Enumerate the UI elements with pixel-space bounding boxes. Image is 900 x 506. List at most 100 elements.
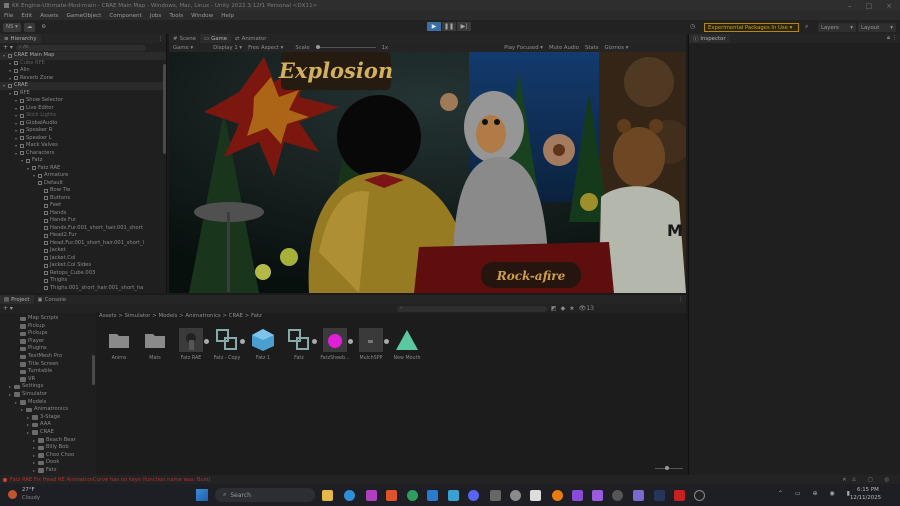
create-icon[interactable]: + ▾ [3, 305, 13, 312]
minimize-icon[interactable]: – [848, 2, 852, 10]
play-button[interactable]: ▶ [427, 22, 441, 31]
hierarchy-search-input[interactable]: ⌕ All [15, 44, 146, 51]
stats-toggle[interactable]: Stats [585, 45, 599, 51]
project-folder-item[interactable]: Map Scripts [0, 315, 96, 323]
hierarchy-item[interactable]: ▾ Stick Lights [0, 112, 166, 120]
hierarchy-item[interactable]: ▾ Fatz RAE [0, 165, 166, 173]
hierarchy-item[interactable]: ▾ GlobalAudio [0, 120, 166, 128]
project-folder-item[interactable]: Turntable [0, 368, 96, 376]
project-folder-item[interactable]: VR [0, 376, 96, 384]
filter-type-icon[interactable]: ◩ [551, 305, 557, 312]
expand-prefab-icon[interactable] [384, 339, 389, 344]
project-folder-item[interactable]: ▸ AAA [0, 421, 96, 429]
project-folder-item[interactable]: ▸ CRAE [0, 429, 96, 437]
project-search-input[interactable]: ⌕ [396, 305, 547, 312]
tab-console[interactable]: ▣ Console [34, 295, 71, 304]
hierarchy-item[interactable]: ▾ Speaker R [0, 127, 166, 135]
hierarchy-item[interactable]: ▾ Alin [0, 67, 166, 75]
hierarchy-item[interactable]: ▾ RFE [0, 90, 166, 98]
hierarchy-item[interactable]: Feet [0, 202, 166, 210]
hierarchy-item[interactable]: Bow Tie [0, 187, 166, 195]
taskbar-app-steam-icon[interactable] [654, 490, 665, 501]
taskbar-app-chrome-icon[interactable] [407, 490, 418, 501]
hierarchy-item[interactable]: ▾ Fatz [0, 157, 166, 165]
history-icon[interactable]: ◷ [690, 23, 700, 32]
taskbar-app-file-explorer-icon[interactable] [322, 490, 333, 501]
cloud-icon[interactable]: ☁ [23, 22, 36, 32]
display-dropdown[interactable]: Display 1 ▾ [213, 45, 242, 51]
project-folder-item[interactable]: ▸ Choo Choo [0, 452, 96, 460]
layers-dropdown[interactable]: Layers ▾ [818, 23, 856, 32]
close-icon[interactable]: × [886, 2, 892, 10]
menu-tools[interactable]: Tools [169, 13, 183, 19]
taskbar-app-store-icon[interactable] [427, 490, 438, 501]
account-button[interactable]: NS ▾ [3, 22, 21, 32]
project-folder-item[interactable]: ▸ Models [0, 399, 96, 407]
taskbar-app-obs-icon[interactable] [694, 490, 705, 501]
project-folder-item[interactable]: ▸ Billy Bob [0, 444, 96, 452]
hierarchy-item[interactable]: Default [0, 180, 166, 188]
taskbar-app-visual-studio-icon[interactable] [572, 490, 583, 501]
project-folder-item[interactable]: Title Screen [0, 361, 96, 369]
hierarchy-item[interactable]: ▾ Reverb Zone [0, 75, 166, 83]
hierarchy-item[interactable]: Jacket.Col [0, 255, 166, 263]
asset-item[interactable]: Mats [138, 328, 172, 361]
hierarchy-item[interactable]: Hands Fur [0, 217, 166, 225]
hierarchy-item[interactable]: Thighs [0, 277, 166, 285]
add-icon[interactable]: + ▾ [3, 44, 13, 51]
taskbar-app-media-icon[interactable] [612, 490, 623, 501]
maximize-icon[interactable]: □ [866, 2, 873, 10]
play-focused-dropdown[interactable]: Play Focused ▾ [504, 45, 543, 51]
tab-hierarchy[interactable]: ≡ Hierarchy [0, 34, 41, 43]
hierarchy-scrollbar[interactable] [163, 64, 166, 154]
menu-gameobject[interactable]: GameObject [66, 13, 101, 19]
gizmos-toggle[interactable]: Gizmos ▾ [604, 45, 628, 51]
taskbar-app-settings-icon[interactable] [490, 490, 501, 501]
hierarchy-item[interactable]: ▾ Show Selector [0, 97, 166, 105]
taskbar-app-brave-icon[interactable] [386, 490, 397, 501]
hierarchy-item[interactable]: Hands [0, 210, 166, 218]
project-folder-item[interactable]: ▸ Animatronics [0, 406, 96, 414]
project-folder-item[interactable]: ▸ Settings [0, 383, 96, 391]
project-tree-scrollbar[interactable] [92, 355, 95, 385]
project-folder-item[interactable]: Plugins [0, 345, 96, 353]
asset-item[interactable]: Anims [102, 328, 136, 361]
mute-audio-toggle[interactable]: Mute Audio [549, 45, 579, 51]
tray-icons[interactable]: ⌃ ▭ ⊕ ◉ ▮ [778, 490, 855, 497]
project-folder-item[interactable]: Pickup [0, 323, 96, 331]
hidden-count[interactable]: 👁︎13 [579, 305, 594, 312]
menu-help[interactable]: Help [221, 13, 234, 19]
expand-prefab-icon[interactable] [348, 339, 353, 344]
step-button[interactable]: ▶| [457, 22, 471, 31]
taskbar-app-edge-icon[interactable] [344, 490, 355, 501]
project-folder-item[interactable]: Pickups [0, 330, 96, 338]
asset-item[interactable]: New Mouth [390, 328, 424, 361]
hierarchy-item[interactable]: Buttons [0, 195, 166, 203]
project-folder-item[interactable]: ▸ Dook [0, 459, 96, 467]
tab-animator[interactable]: ⇄ Animator [231, 34, 270, 43]
asset-item[interactable]: FatzSheeb... [318, 328, 353, 361]
game-render-image[interactable]: Explosion M Rock-afire [169, 52, 686, 293]
project-menu-icon[interactable]: ⋮ [678, 297, 686, 303]
hierarchy-item[interactable]: Retops_Cube.003 [0, 270, 166, 278]
menu-jobs[interactable]: Jobs [150, 13, 162, 19]
hierarchy-menu-icon[interactable]: ⋮ [158, 36, 166, 42]
aspect-dropdown[interactable]: Free Aspect ▾ [248, 45, 283, 51]
hierarchy-item[interactable]: ▾ Armature [0, 172, 166, 180]
hierarchy-item[interactable]: ▾ Mack Valves [0, 142, 166, 150]
hierarchy-item[interactable]: ▾ Characters [0, 150, 166, 158]
search-toolbar-icon[interactable]: ⌕ [805, 23, 808, 31]
hierarchy-item[interactable]: Hands.Fur.001_short_hair.001_short [0, 225, 166, 233]
tab-inspector[interactable]: ⓘ Inspector [689, 34, 730, 43]
scale-slider[interactable] [315, 45, 376, 49]
status-bar[interactable]: Fatz RAE Fix Head RE AnimationCurve has … [0, 475, 900, 484]
tab-game[interactable]: ▭ Game [199, 34, 232, 43]
hierarchy-item[interactable]: Head.Fur.001_short_hair.001_short_l [0, 240, 166, 248]
collab-icon[interactable]: ⚙ [38, 23, 49, 32]
taskbar-app-headset-icon[interactable] [633, 490, 644, 501]
taskbar-app-unity-icon[interactable] [530, 490, 541, 501]
tab-scene[interactable]: # Scene [169, 34, 200, 43]
asset-item[interactable]: Fatz RAE [174, 328, 209, 361]
inspector-lock-icon[interactable]: 🔒︎ ⋮ [887, 35, 900, 42]
project-folder-item[interactable]: ▸ Simulator [0, 391, 96, 399]
